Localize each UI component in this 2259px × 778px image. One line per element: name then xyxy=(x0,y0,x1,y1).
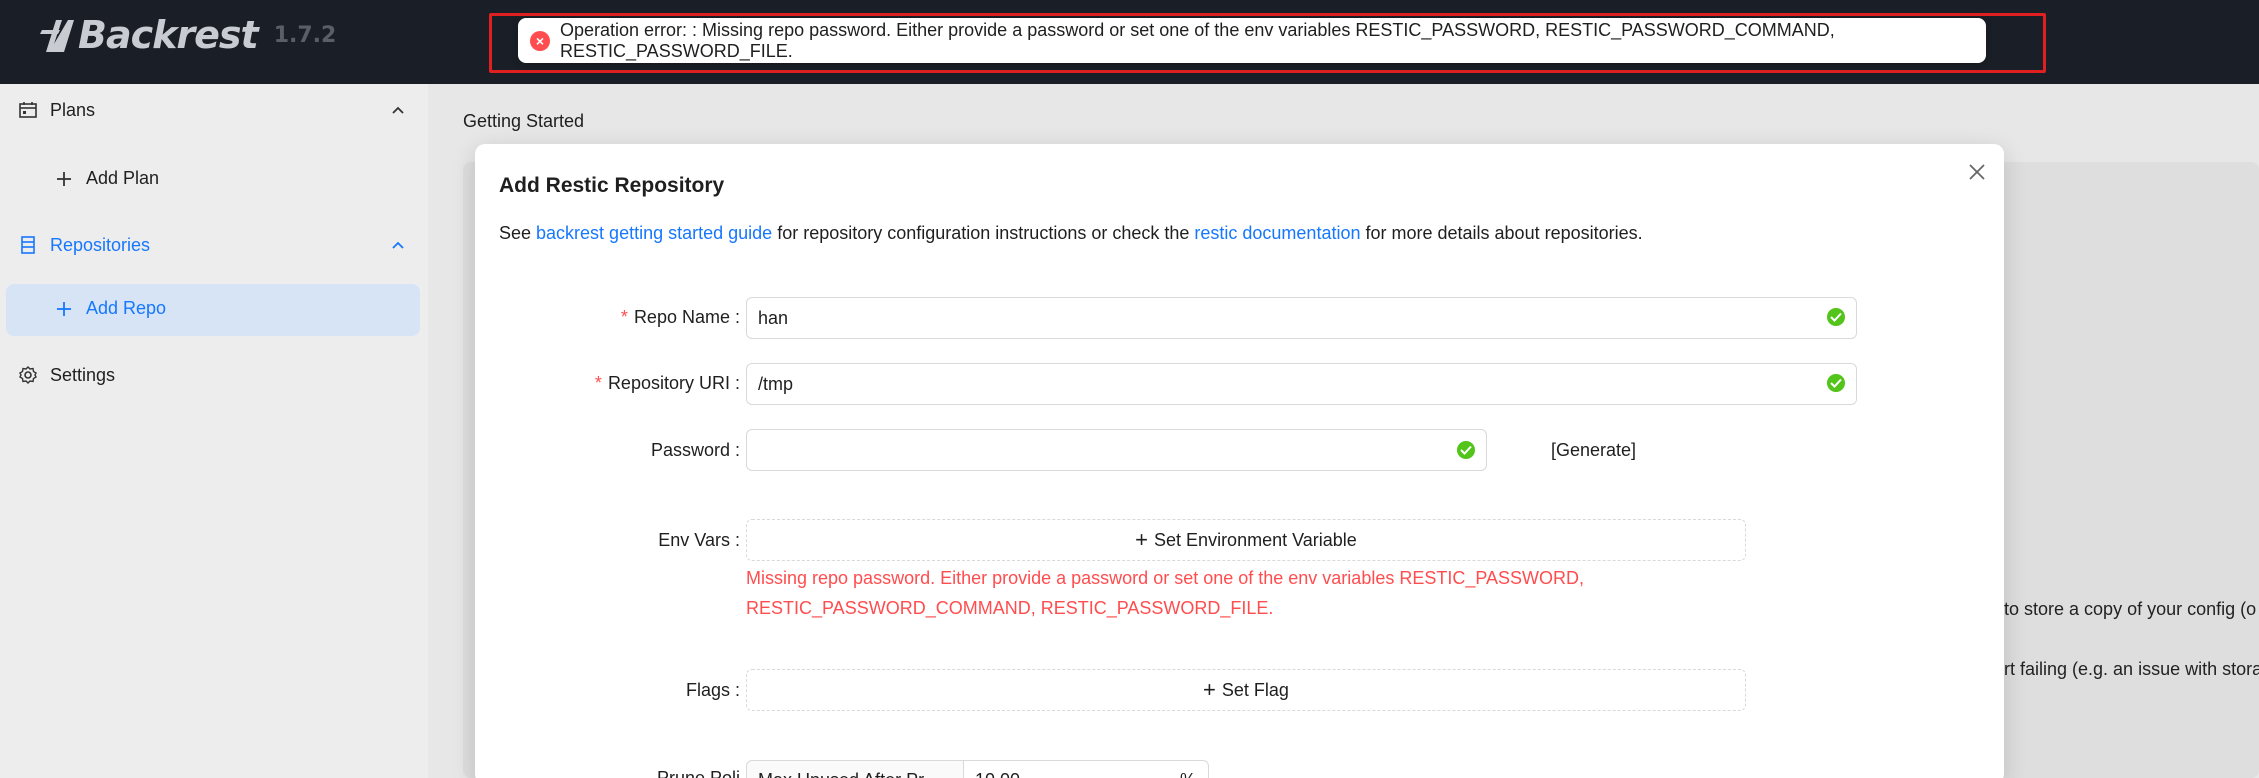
env-vars-label: Env Vars : xyxy=(658,530,740,550)
chevron-up-icon xyxy=(392,106,404,114)
sidebar: Plans Add Plan Repositories Add Repo Set… xyxy=(0,84,428,778)
repo-name-input[interactable]: han xyxy=(746,297,1857,339)
gear-icon xyxy=(19,366,37,384)
repo-uri-label: * Repository URI : xyxy=(594,373,740,393)
restic-documentation-link[interactable]: restic documentation xyxy=(1194,223,1360,243)
plus-icon: + xyxy=(1135,527,1149,552)
check-circle-icon xyxy=(1827,374,1845,392)
repo-uri-input[interactable]: /tmp xyxy=(746,363,1857,405)
sidebar-item-add-plan[interactable]: Add Plan xyxy=(6,154,420,206)
sidebar-item-settings[interactable]: Settings xyxy=(0,349,428,401)
sidebar-item-label: Settings xyxy=(50,364,116,385)
background-text: rt failing (e.g. an issue with stora xyxy=(2004,659,2259,679)
close-icon[interactable] xyxy=(1967,162,1987,182)
sidebar-item-add-repo[interactable]: Add Repo xyxy=(6,284,420,336)
app-version: 1.7.2 xyxy=(273,22,337,48)
button-label: Set Flag xyxy=(1221,679,1289,700)
repo-name-value: han xyxy=(758,307,789,328)
app-name: Backrest xyxy=(78,13,259,57)
sidebar-item-label: Plans xyxy=(50,99,96,120)
check-circle-icon xyxy=(1457,441,1475,459)
prune-value-input[interactable]: 10.00 % xyxy=(963,760,1209,778)
generate-password-button[interactable]: [Generate] xyxy=(1551,440,1636,461)
desc-text: for repository configuration instruction… xyxy=(772,223,1195,243)
repo-name-label: * Repo Name : xyxy=(620,307,740,327)
button-label: Set Environment Variable xyxy=(1154,529,1357,550)
modal-title: Add Restic Repository xyxy=(499,174,725,197)
plus-icon: + xyxy=(1203,677,1216,702)
flags-label: Flags : xyxy=(685,680,740,700)
close-circle-icon: × xyxy=(530,30,550,51)
password-label: Password : xyxy=(650,440,740,460)
sidebar-item-label: Add Plan xyxy=(86,168,160,188)
notification-message: Operation error: : Missing repo password… xyxy=(560,19,1835,61)
database-icon xyxy=(21,236,35,254)
desc-text: See xyxy=(499,223,537,243)
set-env-var-button[interactable]: + Set Environment Variable xyxy=(746,519,1746,561)
repo-uri-value: /tmp xyxy=(758,373,794,394)
plus-icon xyxy=(57,302,71,316)
error-notification: × Operation error: : Missing repo passwo… xyxy=(518,18,1986,63)
background-text: to store a copy of your config (o xyxy=(2004,599,2257,619)
env-vars-error: Missing repo password. Either provide a … xyxy=(746,568,1585,618)
sidebar-item-label: Repositories xyxy=(50,234,151,255)
prune-option-select[interactable]: Max Unused After Pr xyxy=(746,760,964,778)
prune-option-value: Max Unused After Pr xyxy=(758,770,924,778)
breadcrumb: Getting Started xyxy=(463,111,585,131)
check-circle-icon xyxy=(1827,308,1845,326)
set-flag-button[interactable]: + Set Flag xyxy=(746,669,1746,711)
prune-unit: % xyxy=(1180,770,1196,778)
plus-icon xyxy=(57,172,71,186)
prune-policy-label: Prune Poli xyxy=(656,768,740,778)
prune-value: 10.00 xyxy=(975,770,1020,778)
chevron-up-icon xyxy=(392,241,404,249)
modal-description: See backrest getting started guide for r… xyxy=(499,223,1643,244)
password-input[interactable] xyxy=(746,429,1487,471)
getting-started-guide-link[interactable]: backrest getting started guide xyxy=(536,223,772,243)
app-logo[interactable]: Backrest 1.7.2 xyxy=(40,10,336,60)
desc-text: for more details about repositories. xyxy=(1360,223,1643,243)
sidebar-item-label: Add Repo xyxy=(86,298,167,318)
sidebar-item-repositories[interactable]: Repositories xyxy=(0,219,428,271)
sidebar-item-plans[interactable]: Plans xyxy=(0,84,428,136)
calendar-icon xyxy=(19,102,37,118)
